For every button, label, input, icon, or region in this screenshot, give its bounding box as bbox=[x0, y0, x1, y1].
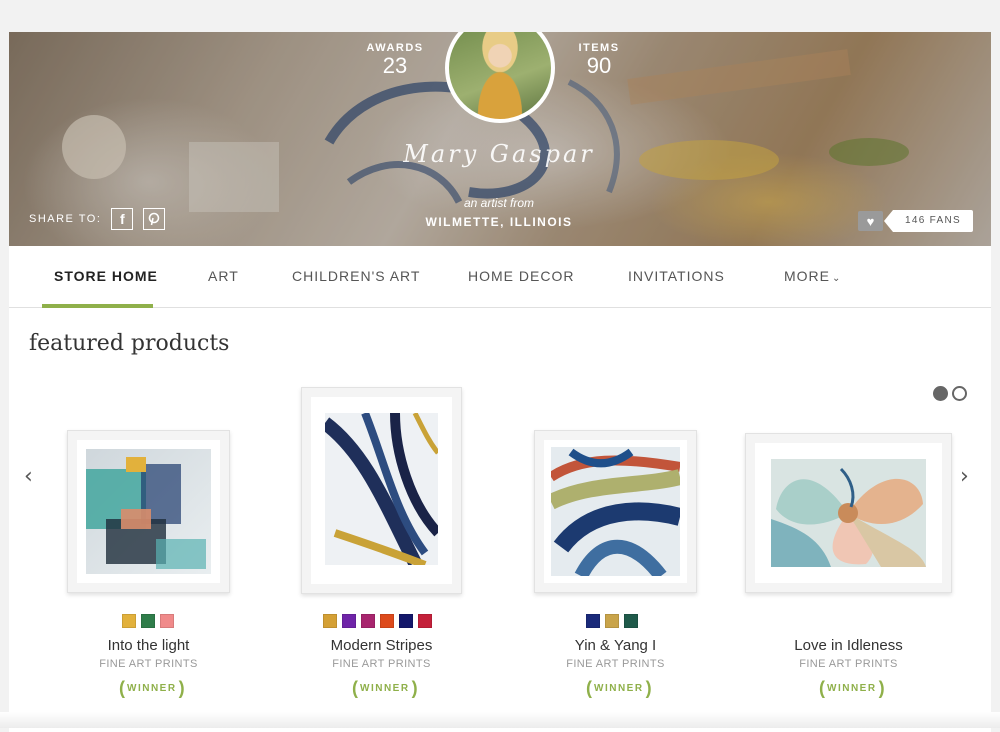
product-name-3[interactable]: Yin & Yang I bbox=[534, 637, 697, 654]
product-category-3: FINE ART PRINTS bbox=[566, 658, 665, 670]
chevron-right-icon[interactable]: › bbox=[960, 464, 969, 489]
winner-badge-4: (WINNER) bbox=[819, 678, 885, 698]
nav-home-decor[interactable]: HOME DECOR bbox=[468, 268, 574, 284]
nav-art[interactable]: ART bbox=[208, 268, 239, 284]
carousel-dot-1[interactable] bbox=[933, 386, 948, 401]
swatch[interactable] bbox=[160, 614, 174, 628]
items-stat[interactable]: ITEMS 90 bbox=[569, 42, 629, 79]
store-nav: STORE HOME ART CHILDREN'S ART HOME DECOR… bbox=[9, 246, 991, 308]
nav-childrens-art[interactable]: CHILDREN'S ART bbox=[292, 268, 420, 284]
swatches-3 bbox=[586, 614, 638, 628]
awards-count: 23 bbox=[382, 53, 408, 78]
product-image-2[interactable] bbox=[301, 387, 462, 594]
swatch[interactable] bbox=[122, 614, 136, 628]
nav-invitations[interactable]: INVITATIONS bbox=[628, 268, 725, 284]
facebook-icon[interactable]: f bbox=[111, 208, 134, 230]
product-name-2[interactable]: Modern Stripes bbox=[301, 637, 462, 654]
product-category-2: FINE ART PRINTS bbox=[332, 658, 431, 670]
fans-widget: ♥ 146 FANS bbox=[858, 210, 973, 232]
page-bottom-fade bbox=[0, 712, 1000, 728]
awards-stat[interactable]: AWARDS 23 bbox=[365, 42, 425, 79]
carousel-dots bbox=[933, 386, 967, 401]
artist-signature: Mary Gaspar bbox=[403, 140, 595, 168]
swatch[interactable] bbox=[399, 614, 413, 628]
laurel-icon: ( bbox=[119, 678, 125, 698]
carousel-dot-2[interactable] bbox=[952, 386, 967, 401]
fans-count[interactable]: 146 FANS bbox=[884, 210, 973, 232]
swatch[interactable] bbox=[141, 614, 155, 628]
chevron-down-icon: ⌄ bbox=[832, 273, 842, 284]
laurel-icon: ( bbox=[352, 678, 358, 698]
swatch[interactable] bbox=[624, 614, 638, 628]
product-image-3[interactable] bbox=[534, 430, 697, 593]
store-hero-banner: AWARDS 23 ITEMS 90 Mary Gaspar an artist… bbox=[9, 32, 991, 246]
nav-more-label: MORE bbox=[784, 268, 830, 284]
browser-top-margin bbox=[0, 0, 1000, 32]
product-name-1[interactable]: Into the light bbox=[67, 637, 230, 654]
laurel-icon: ( bbox=[586, 678, 592, 698]
items-count: 90 bbox=[586, 53, 612, 78]
nav-more[interactable]: MORE ⌄ bbox=[784, 268, 841, 284]
nav-active-indicator bbox=[42, 304, 153, 308]
laurel-icon: ) bbox=[178, 678, 185, 698]
artist-from-label: an artist from bbox=[463, 196, 535, 210]
section-title: featured products bbox=[29, 331, 230, 356]
chevron-left-icon[interactable]: ‹ bbox=[24, 464, 33, 489]
swatch[interactable] bbox=[418, 614, 432, 628]
swatch[interactable] bbox=[380, 614, 394, 628]
winner-badge-2: (WINNER) bbox=[352, 678, 418, 698]
store-page: AWARDS 23 ITEMS 90 Mary Gaspar an artist… bbox=[9, 32, 991, 732]
laurel-icon: ) bbox=[645, 678, 652, 698]
product-category-4: FINE ART PRINTS bbox=[799, 658, 898, 670]
swatch[interactable] bbox=[586, 614, 600, 628]
swatch[interactable] bbox=[323, 614, 337, 628]
heart-icon[interactable]: ♥ bbox=[858, 211, 883, 231]
winner-badge-3: (WINNER) bbox=[586, 678, 652, 698]
artist-location: WILMETTE, ILLINOIS bbox=[425, 215, 573, 229]
product-image-1[interactable] bbox=[67, 430, 230, 593]
swatches-2 bbox=[323, 614, 432, 628]
product-image-4[interactable] bbox=[745, 433, 952, 593]
swatches-1 bbox=[122, 614, 174, 628]
winner-badge-1: (WINNER) bbox=[119, 678, 185, 698]
swatch[interactable] bbox=[605, 614, 619, 628]
share-label: SHARE TO: bbox=[29, 213, 102, 225]
share-bar: SHARE TO: f bbox=[29, 208, 166, 230]
product-name-4[interactable]: Love in Idleness bbox=[745, 637, 952, 654]
laurel-icon: ) bbox=[411, 678, 418, 698]
swatch[interactable] bbox=[342, 614, 356, 628]
nav-store-home[interactable]: STORE HOME bbox=[54, 268, 158, 284]
laurel-icon: ) bbox=[878, 678, 885, 698]
swatch[interactable] bbox=[361, 614, 375, 628]
pinterest-icon[interactable] bbox=[143, 208, 166, 230]
laurel-icon: ( bbox=[819, 678, 825, 698]
product-category-1: FINE ART PRINTS bbox=[99, 658, 198, 670]
